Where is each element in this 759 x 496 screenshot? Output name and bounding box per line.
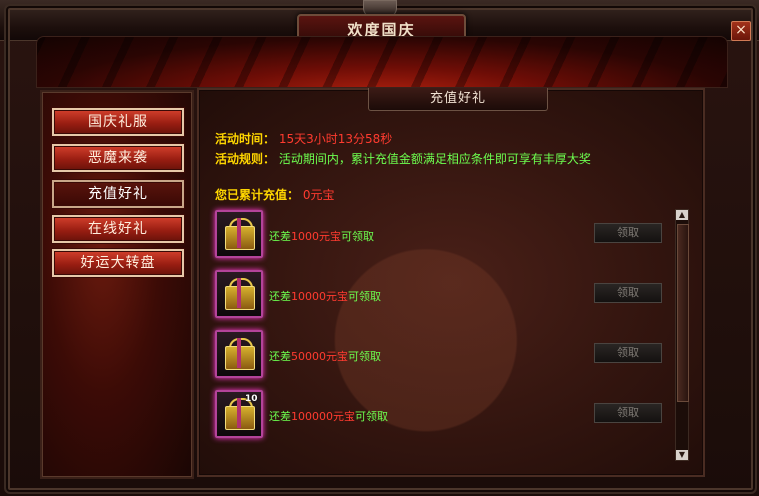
event-rules: 活动规则： 活动期间内，累计充值金额满足相应条件即可享有丰厚大奖 bbox=[215, 150, 591, 167]
gift-box-icon[interactable] bbox=[215, 270, 263, 318]
scroll-up-icon[interactable]: ▲ bbox=[676, 210, 688, 220]
reward-requirement: 还差10000元宝可领取 bbox=[269, 288, 381, 304]
sidebar-item-lucky-wheel[interactable]: 好运大转盘 bbox=[52, 249, 184, 277]
reward-suffix: 可领取 bbox=[348, 350, 381, 363]
scroll-down-icon[interactable]: ▼ bbox=[676, 450, 688, 460]
claim-button[interactable]: 领取 bbox=[594, 403, 662, 423]
gift-count-badge: 10 bbox=[245, 394, 258, 404]
reward-suffix: 可领取 bbox=[348, 290, 381, 303]
event-time-label: 活动时间： bbox=[215, 132, 276, 146]
close-icon: × bbox=[735, 22, 747, 38]
reward-amount: 10000元宝 bbox=[291, 290, 348, 303]
reward-requirement: 还差100000元宝可领取 bbox=[269, 408, 388, 424]
total-recharge-label: 您已累计充值： bbox=[215, 188, 300, 202]
reward-amount: 50000元宝 bbox=[291, 350, 348, 363]
total-recharge-value: 0元宝 bbox=[302, 188, 335, 202]
event-time: 活动时间： 15天3小时13分58秒 bbox=[215, 130, 392, 147]
reward-amount: 100000元宝 bbox=[291, 410, 355, 423]
gift-box-icon[interactable] bbox=[215, 330, 263, 378]
event-rules-label: 活动规则： bbox=[215, 152, 276, 166]
section-title: 充值好礼 bbox=[429, 91, 486, 106]
decorative-banner bbox=[36, 36, 728, 88]
claim-button[interactable]: 领取 bbox=[594, 283, 662, 303]
gift-ribbon-icon bbox=[237, 398, 241, 428]
event-rules-value: 活动期间内，累计充值金额满足相应条件即可享有丰厚大奖 bbox=[278, 152, 591, 166]
reward-row: 还差1000元宝可领取 领取 bbox=[215, 210, 685, 260]
sidebar-item-demon-invasion[interactable]: 恶魔来袭 bbox=[52, 144, 184, 172]
reward-suffix: 可领取 bbox=[341, 230, 374, 243]
claim-button[interactable]: 领取 bbox=[594, 343, 662, 363]
reward-prefix: 还差 bbox=[269, 410, 291, 423]
total-recharge: 您已累计充值： 0元宝 bbox=[215, 186, 334, 203]
gift-ribbon-icon bbox=[237, 218, 241, 248]
reward-prefix: 还差 bbox=[269, 230, 291, 243]
sidebar-item-national-day-outfit[interactable]: 国庆礼服 bbox=[52, 108, 184, 136]
claim-button[interactable]: 领取 bbox=[594, 223, 662, 243]
reward-prefix: 还差 bbox=[269, 290, 291, 303]
reward-requirement: 还差1000元宝可领取 bbox=[269, 228, 374, 244]
gift-box-icon[interactable]: 10 bbox=[215, 390, 263, 438]
section-title-plate: 充值好礼 bbox=[368, 88, 548, 111]
reward-row: 10 还差100000元宝可领取 领取 bbox=[215, 390, 685, 440]
event-time-value: 15天3小时13分58秒 bbox=[278, 132, 393, 146]
reward-suffix: 可领取 bbox=[355, 410, 388, 423]
scroll-thumb[interactable] bbox=[677, 224, 689, 402]
gift-ribbon-icon bbox=[237, 338, 241, 368]
reward-row: 还差50000元宝可领取 领取 bbox=[215, 330, 685, 380]
sidebar-item-online-gifts[interactable]: 在线好礼 bbox=[52, 215, 184, 243]
reward-amount: 1000元宝 bbox=[291, 230, 341, 243]
event-window: 欢度国庆 × 国庆礼服 恶魔来袭 充值好礼 在线好礼 好运大转盘 充值好礼 活动… bbox=[0, 0, 759, 496]
close-button[interactable]: × bbox=[731, 21, 751, 41]
main-panel: 充值好礼 活动时间： 15天3小时13分58秒 活动规则： 活动期间内，累计充值… bbox=[197, 88, 705, 477]
reward-row: 还差10000元宝可领取 领取 bbox=[215, 270, 685, 320]
reward-prefix: 还差 bbox=[269, 350, 291, 363]
gift-box-icon[interactable] bbox=[215, 210, 263, 258]
sidebar-item-recharge-gifts[interactable]: 充值好礼 bbox=[52, 180, 184, 208]
sidebar: 国庆礼服 恶魔来袭 充值好礼 在线好礼 好运大转盘 bbox=[40, 90, 194, 479]
gift-ribbon-icon bbox=[237, 278, 241, 308]
scrollbar[interactable]: ▲ ▼ bbox=[675, 209, 689, 461]
reward-requirement: 还差50000元宝可领取 bbox=[269, 348, 381, 364]
